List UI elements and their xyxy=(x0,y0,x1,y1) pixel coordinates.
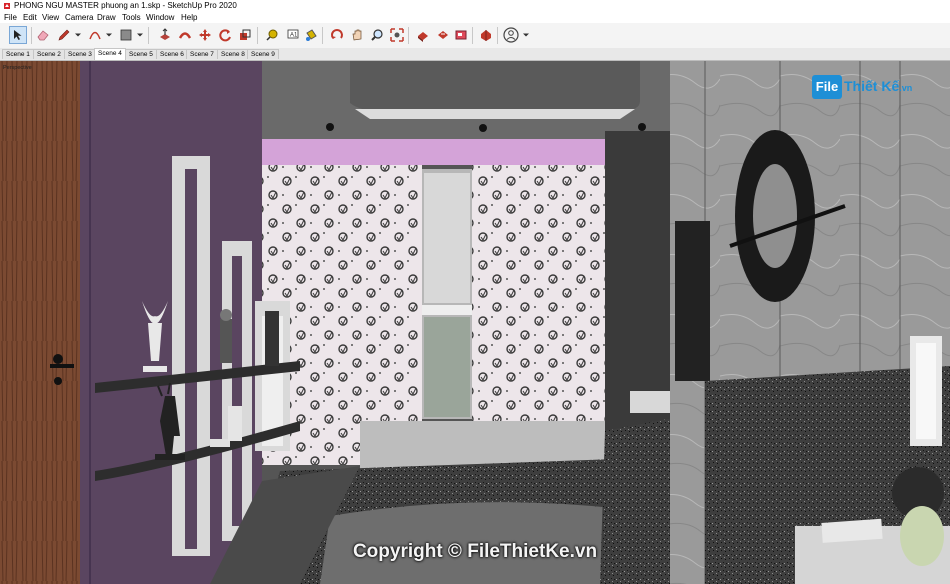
scale-tool-icon[interactable] xyxy=(236,26,254,44)
pink-valance xyxy=(262,139,638,165)
account-dropdown-icon[interactable] xyxy=(522,26,529,44)
3d-warehouse-icon[interactable] xyxy=(414,26,432,44)
logo-tld: .vn xyxy=(899,83,913,93)
shape-dropdown-icon[interactable] xyxy=(136,26,143,44)
tab-scene-8[interactable]: Scene 8 xyxy=(217,49,249,59)
pencil-line-tool-icon[interactable] xyxy=(55,26,73,44)
tab-scene-1[interactable]: Scene 1 xyxy=(2,49,34,59)
model-viewport[interactable]: Perspective File Thiết Kế.vn xyxy=(0,61,950,584)
logo-text: Thiết Kế.vn xyxy=(844,78,912,94)
bedroom-render xyxy=(0,61,950,584)
extension-warehouse-icon[interactable] xyxy=(434,26,452,44)
tab-scene-9[interactable]: Scene 9 xyxy=(247,49,279,59)
follow-me-tool-icon[interactable] xyxy=(176,26,194,44)
orbit-tool-icon[interactable] xyxy=(328,26,346,44)
logo-file-badge: File xyxy=(812,75,842,99)
layout-icon[interactable] xyxy=(452,26,470,44)
pencil-dropdown-icon[interactable] xyxy=(74,26,81,44)
svg-text:A1: A1 xyxy=(290,33,298,39)
menu-window[interactable]: Window xyxy=(146,12,174,23)
tab-scene-6[interactable]: Scene 6 xyxy=(156,49,188,59)
tape-measure-tool-icon[interactable] xyxy=(263,26,281,44)
pan-tool-icon[interactable] xyxy=(348,26,366,44)
tab-scene-4[interactable]: Scene 4 xyxy=(94,48,126,60)
logo-name: Thiết Kế xyxy=(844,78,900,94)
copyright-watermark: Copyright © FileThietKe.vn xyxy=(352,541,598,562)
tab-scene-2[interactable]: Scene 2 xyxy=(33,49,65,59)
select-tool-icon[interactable] xyxy=(9,26,27,44)
eraser-tool-icon[interactable] xyxy=(34,26,52,44)
menu-camera[interactable]: Camera xyxy=(65,12,93,23)
menu-help[interactable]: Help xyxy=(181,12,197,23)
account-icon[interactable] xyxy=(502,26,520,44)
shape-tool-icon[interactable] xyxy=(117,26,135,44)
scene-tab-bar: Scene 1 Scene 2 Scene 3 Scene 4 Scene 5 … xyxy=(0,48,950,61)
wooden-door xyxy=(0,61,80,584)
push-pull-tool-icon[interactable] xyxy=(156,26,174,44)
tab-scene-5[interactable]: Scene 5 xyxy=(125,49,157,59)
tab-scene-3[interactable]: Scene 3 xyxy=(64,49,96,59)
zoom-tool-icon[interactable] xyxy=(368,26,386,44)
watermark-logo: File Thiết Kế.vn xyxy=(812,73,932,103)
arc-dropdown-icon[interactable] xyxy=(105,26,112,44)
extension-manager-icon[interactable] xyxy=(477,26,495,44)
text-tool-icon[interactable]: A1 xyxy=(283,26,301,44)
toolbar: A1 xyxy=(0,23,950,49)
menu-tools[interactable]: Tools xyxy=(122,12,141,23)
move-tool-icon[interactable] xyxy=(196,26,214,44)
view-label: Perspective xyxy=(3,65,32,71)
window-title: PHONG NGU MASTER phuong an 1.skp - Sketc… xyxy=(14,1,237,10)
paint-bucket-tool-icon[interactable] xyxy=(302,26,320,44)
zoom-extents-tool-icon[interactable] xyxy=(388,26,406,44)
sketchup-logo-icon xyxy=(4,3,10,9)
tab-scene-7[interactable]: Scene 7 xyxy=(186,49,218,59)
title-bar: PHONG NGU MASTER phuong an 1.skp - Sketc… xyxy=(0,0,950,12)
rotate-tool-icon[interactable] xyxy=(216,26,234,44)
menu-bar: File Edit View Camera Draw Tools Window … xyxy=(0,12,950,23)
arc-tool-icon[interactable] xyxy=(86,26,104,44)
menu-view[interactable]: View xyxy=(42,12,59,23)
menu-file[interactable]: File xyxy=(4,12,17,23)
menu-draw[interactable]: Draw xyxy=(97,12,116,23)
menu-edit[interactable]: Edit xyxy=(23,12,37,23)
